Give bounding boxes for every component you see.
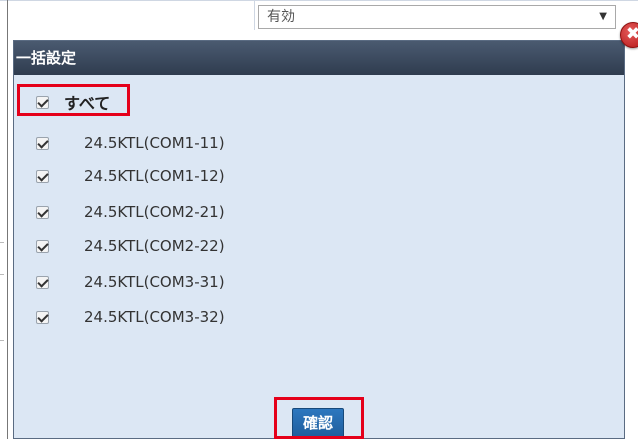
dropdown-arrow-icon: ▼ [599, 11, 607, 22]
item-label: 24.5KTL(COM2-22) [84, 237, 225, 255]
item-checkbox[interactable] [36, 275, 49, 289]
background-tick [0, 242, 4, 243]
list-item[interactable]: 24.5KTL(COM3-31) [14, 270, 225, 294]
item-checkbox[interactable] [36, 239, 49, 253]
item-label: 24.5KTL(COM2-21) [84, 203, 225, 221]
list-item[interactable]: 24.5KTL(COM1-11) [14, 131, 225, 155]
item-checkbox[interactable] [36, 136, 49, 150]
dialog-title: 一括設定 [16, 49, 77, 67]
item-checkbox[interactable] [36, 205, 49, 219]
item-checkbox[interactable] [36, 169, 49, 183]
item-label: 24.5KTL(COM3-32) [84, 308, 225, 326]
screen: 有効 ▼ 一括設定 すべて 24.5KTL(COM1-11) 24.5KTL(C… [0, 0, 638, 439]
background-tick [0, 274, 4, 275]
list-item[interactable]: 24.5KTL(COM2-22) [14, 234, 225, 258]
background-top-rule [0, 0, 638, 1]
item-label: 24.5KTL(COM1-11) [84, 134, 225, 152]
item-checkbox[interactable] [36, 310, 49, 324]
item-label: 24.5KTL(COM1-12) [84, 167, 225, 185]
select-all-highlight-box [17, 84, 130, 116]
background-select-value: 有効 [267, 9, 295, 25]
item-label: 24.5KTL(COM3-31) [84, 273, 225, 291]
list-item[interactable]: 24.5KTL(COM3-32) [14, 305, 225, 329]
background-left-border [7, 0, 8, 439]
background-status-select[interactable]: 有効 ▼ [258, 5, 616, 29]
list-item[interactable]: 24.5KTL(COM1-12) [14, 164, 225, 188]
dialog-header: 一括設定 [14, 41, 624, 75]
list-item[interactable]: 24.5KTL(COM2-21) [14, 200, 225, 224]
background-tick [0, 340, 4, 341]
confirm-highlight-box [274, 397, 364, 439]
background-grid-line [254, 0, 255, 30]
